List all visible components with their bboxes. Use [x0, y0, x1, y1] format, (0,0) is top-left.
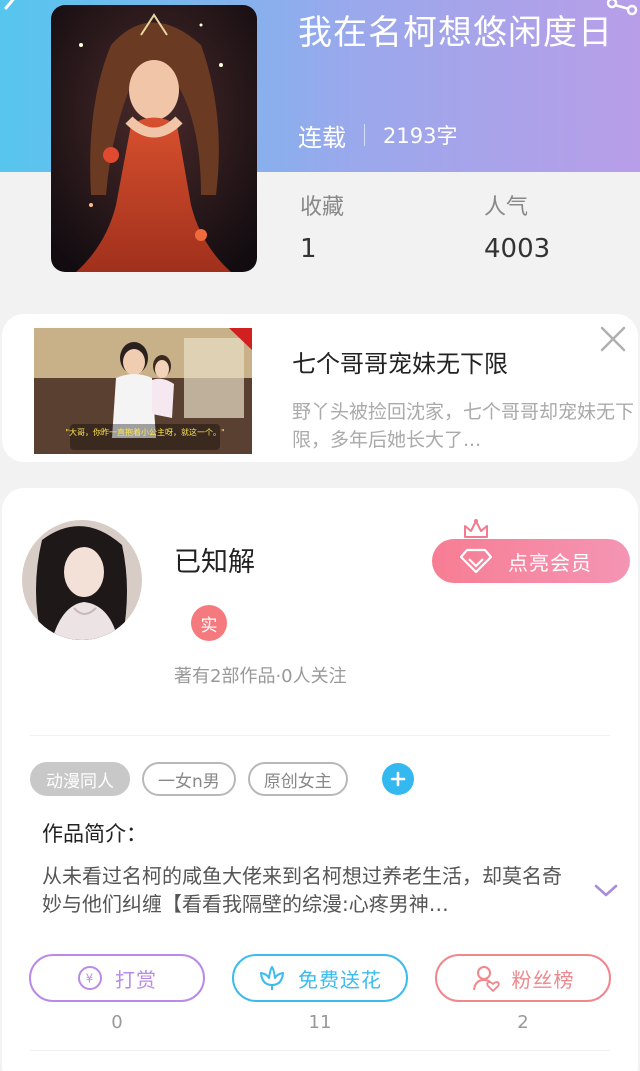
- book-meta-row: 连载 2193字: [298, 118, 457, 152]
- vip-button-label: 点亮会员: [508, 550, 592, 575]
- book-status: 连载: [298, 123, 346, 152]
- verified-badge: 实: [191, 605, 227, 641]
- meta-divider: [364, 124, 365, 146]
- stat-popularity: 人气 4003: [484, 192, 550, 266]
- back-button[interactable]: [0, 0, 30, 20]
- stat-value: 4003: [484, 234, 551, 264]
- fan-ranking-button[interactable]: 粉丝榜: [435, 954, 611, 1002]
- ad-title: 七个哥哥宠妹无下限: [292, 350, 508, 378]
- stat-label: 人气: [484, 195, 529, 220]
- back-arrow-icon: [4, 0, 15, 10]
- send-flower-label: 免费送花: [298, 967, 382, 992]
- tag-chip[interactable]: 一女n男: [142, 762, 236, 796]
- expand-intro-button[interactable]: [592, 880, 620, 900]
- ad-close-button[interactable]: [598, 324, 628, 354]
- ad-thumbnail-image[interactable]: "大哥，你昨一直抱着小公主呀，就这一个。": [34, 328, 252, 454]
- section-divider: [30, 735, 610, 736]
- intro-text: 从未看过名柯的咸鱼大佬来到名柯想过养老生活，却莫名奇妙与他们纠缠【看看我隔壁的综…: [42, 864, 562, 916]
- svg-text:¥: ¥: [86, 972, 95, 986]
- chevron-down-icon: [594, 884, 618, 897]
- fan-user-icon: [472, 966, 500, 992]
- flower-icon: [260, 966, 284, 990]
- fan-count: 2: [517, 1012, 529, 1033]
- stat-favorites: 收藏 1: [300, 192, 344, 266]
- plus-icon: [390, 771, 406, 787]
- tip-count: 0: [111, 1012, 123, 1033]
- author-stats: 著有2部作品·0人关注: [174, 666, 347, 687]
- ad-image-caption: "大哥，你昨一直抱着小公主呀，就这一个。": [65, 427, 224, 437]
- intro-heading: 作品简介：: [42, 822, 147, 846]
- ad-description: 野丫头被捡回沈家，七个哥哥却宠妹无下限，多年后她长大了...: [292, 401, 635, 451]
- flower-count: 11: [308, 1012, 332, 1033]
- vip-membership-button[interactable]: 点亮会员: [432, 539, 630, 583]
- tag-chip[interactable]: 原创女主: [247, 762, 348, 796]
- crown-icon: [462, 518, 490, 540]
- fan-ranking-label: 粉丝榜: [511, 967, 575, 992]
- book-word-count: 2193字: [383, 124, 458, 148]
- author-name[interactable]: 已知解: [174, 540, 255, 579]
- tip-button[interactable]: ¥ 打赏: [29, 954, 205, 1002]
- tip-button-label: 打赏: [115, 967, 157, 992]
- send-flower-button[interactable]: 免费送花: [232, 954, 408, 1002]
- section-divider: [30, 1050, 610, 1051]
- diamond-icon: [460, 548, 492, 574]
- stat-label: 收藏: [300, 195, 345, 220]
- ad-card[interactable]: "大哥，你昨一直抱着小公主呀，就这一个。" 七个哥哥宠妹无下限 野丫头被捡回沈家…: [2, 314, 638, 462]
- close-icon: [600, 326, 626, 352]
- yen-coin-icon: ¥: [78, 966, 102, 990]
- stat-value: 1: [300, 234, 317, 264]
- book-title: 我在名柯想悠闲度日: [298, 13, 613, 53]
- add-tag-button[interactable]: [381, 763, 414, 795]
- book-tags: 动漫同人 一女n男 原创女主: [30, 762, 414, 796]
- author-avatar[interactable]: [22, 520, 142, 640]
- tag-chip[interactable]: 动漫同人: [30, 762, 130, 796]
- book-cover-image[interactable]: [51, 5, 257, 272]
